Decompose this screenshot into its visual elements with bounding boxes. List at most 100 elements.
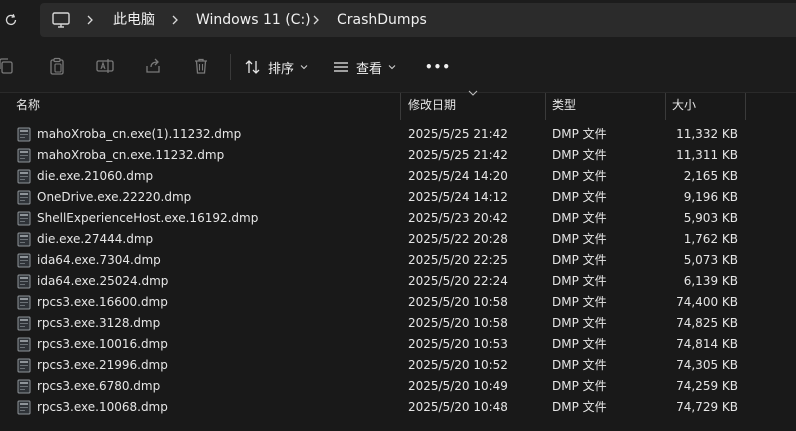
file-name: ShellExperienceHost.exe.16192.dmp	[37, 211, 259, 225]
file-modified-date: 2025/5/25 21:42	[408, 148, 508, 162]
column-header-row: 名称 修改日期 类型 大小	[0, 90, 796, 120]
file-row[interactable]: ShellExperienceHost.exe.16192.dmp 2025/5/…	[0, 208, 796, 229]
address-bar[interactable]: 此电脑 Windows 11 (C:) CrashDumps	[40, 3, 796, 37]
file-modified-date: 2025/5/25 21:42	[408, 127, 508, 141]
file-size: 74,400 KB	[676, 295, 738, 309]
dmp-file-icon	[17, 316, 31, 331]
column-divider[interactable]	[400, 93, 401, 120]
file-row[interactable]: rpcs3.exe.6780.dmp 2025/5/20 10:49 DMP 文件 7…	[0, 376, 796, 397]
column-divider[interactable]	[665, 93, 666, 120]
breadcrumb-crashdumps[interactable]: CrashDumps	[337, 3, 427, 37]
file-modified-date: 2025/5/20 22:24	[408, 274, 508, 288]
file-row[interactable]: mahoXroba_cn.exe(1).11232.dmp 2025/5/25 2…	[0, 124, 796, 145]
address-bar-row: 此电脑 Windows 11 (C:) CrashDumps	[0, 0, 796, 40]
chevron-right-icon[interactable]	[83, 13, 97, 27]
file-modified-date: 2025/5/20 10:48	[408, 400, 508, 414]
file-row[interactable]: rpcs3.exe.10016.dmp 2025/5/20 10:53 DMP 文件…	[0, 334, 796, 355]
file-row[interactable]: mahoXroba_cn.exe.11232.dmp 2025/5/25 21:4…	[0, 145, 796, 166]
chevron-down-icon	[300, 65, 308, 70]
breadcrumb-drive[interactable]: Windows 11 (C:)	[196, 3, 311, 37]
share-icon[interactable]	[141, 54, 165, 78]
file-row[interactable]: ida64.exe.25024.dmp 2025/5/20 22:24 DMP 文件…	[0, 271, 796, 292]
file-size: 2,165 KB	[683, 169, 738, 183]
file-row[interactable]: rpcs3.exe.10068.dmp 2025/5/20 10:48 DMP 文件…	[0, 397, 796, 418]
dmp-file-icon	[17, 274, 31, 289]
refresh-icon[interactable]	[0, 8, 22, 32]
file-name: mahoXroba_cn.exe(1).11232.dmp	[37, 127, 242, 141]
file-type: DMP 文件	[552, 127, 607, 141]
file-name: rpcs3.exe.10016.dmp	[37, 337, 168, 351]
file-size: 74,305 KB	[676, 358, 738, 372]
file-list: mahoXroba_cn.exe(1).11232.dmp 2025/5/25 2…	[0, 124, 796, 418]
paste-icon[interactable]	[45, 54, 69, 78]
rename-icon[interactable]	[93, 54, 117, 78]
file-size: 74,729 KB	[676, 400, 738, 414]
dmp-file-icon	[17, 232, 31, 247]
column-date-header[interactable]: 修改日期	[408, 93, 456, 120]
file-name: rpcs3.exe.16600.dmp	[37, 295, 168, 309]
dmp-file-icon	[17, 358, 31, 373]
file-size: 11,311 KB	[676, 148, 738, 162]
more-icon: •••	[425, 60, 452, 74]
dmp-file-icon	[17, 127, 31, 142]
column-name-header[interactable]: 名称	[16, 93, 40, 120]
file-type: DMP 文件	[552, 295, 607, 309]
dmp-file-icon	[17, 211, 31, 226]
file-modified-date: 2025/5/20 22:25	[408, 253, 508, 267]
file-row[interactable]: die.exe.21060.dmp 2025/5/24 14:20 DMP 文件 2,…	[0, 166, 796, 187]
file-name: rpcs3.exe.21996.dmp	[37, 358, 168, 372]
file-size: 74,259 KB	[676, 379, 738, 393]
file-size: 6,139 KB	[683, 274, 738, 288]
chevron-right-icon[interactable]	[309, 13, 323, 27]
file-size: 5,073 KB	[683, 253, 738, 267]
file-type: DMP 文件	[552, 148, 607, 162]
dmp-file-icon	[17, 190, 31, 205]
file-row[interactable]: rpcs3.exe.16600.dmp 2025/5/20 10:58 DMP 文件…	[0, 292, 796, 313]
column-divider[interactable]	[745, 93, 746, 120]
file-modified-date: 2025/5/20 10:53	[408, 337, 508, 351]
column-divider[interactable]	[545, 93, 546, 120]
file-name: ida64.exe.7304.dmp	[37, 253, 161, 267]
file-name: rpcs3.exe.3128.dmp	[37, 316, 161, 330]
dmp-file-icon	[17, 295, 31, 310]
dmp-file-icon	[17, 337, 31, 352]
column-size-header[interactable]: 大小	[672, 93, 696, 120]
file-type: DMP 文件	[552, 253, 607, 267]
file-row[interactable]: die.exe.27444.dmp 2025/5/22 20:28 DMP 文件 1,…	[0, 229, 796, 250]
file-type: DMP 文件	[552, 169, 607, 183]
view-label: 查看	[356, 61, 383, 77]
file-type: DMP 文件	[552, 211, 607, 225]
delete-icon[interactable]	[189, 54, 213, 78]
dmp-file-icon	[17, 379, 31, 394]
file-row[interactable]: rpcs3.exe.3128.dmp 2025/5/20 10:58 DMP 文件 7…	[0, 313, 796, 334]
file-row[interactable]: ida64.exe.7304.dmp 2025/5/20 22:25 DMP 文件 5…	[0, 250, 796, 271]
file-modified-date: 2025/5/24 14:20	[408, 169, 508, 183]
file-modified-date: 2025/5/22 20:28	[408, 232, 508, 246]
file-name: die.exe.21060.dmp	[37, 169, 154, 183]
file-modified-date: 2025/5/20 10:49	[408, 379, 508, 393]
file-name: OneDrive.exe.22220.dmp	[37, 190, 192, 204]
sort-icon	[245, 60, 260, 74]
file-modified-date: 2025/5/23 20:42	[408, 211, 508, 225]
breadcrumb-this-pc[interactable]: 此电脑	[113, 3, 155, 37]
file-row[interactable]: OneDrive.exe.22220.dmp 2025/5/24 14:12 DMP…	[0, 187, 796, 208]
view-button[interactable]: 查看	[332, 54, 396, 80]
more-options-button[interactable]: •••	[425, 54, 451, 80]
file-type: DMP 文件	[552, 337, 607, 351]
toolbar-divider	[230, 54, 231, 80]
copy-icon[interactable]	[0, 54, 18, 78]
dmp-file-icon	[17, 169, 31, 184]
column-type-header[interactable]: 类型	[552, 93, 576, 120]
file-type: DMP 文件	[552, 232, 607, 246]
chevron-right-icon[interactable]	[168, 13, 182, 27]
file-size: 5,903 KB	[683, 211, 738, 225]
file-type: DMP 文件	[552, 379, 607, 393]
sort-button[interactable]: 排序	[244, 54, 308, 80]
this-pc-icon[interactable]	[51, 11, 71, 29]
file-row[interactable]: rpcs3.exe.21996.dmp 2025/5/20 10:52 DMP 文件…	[0, 355, 796, 376]
file-type: DMP 文件	[552, 316, 607, 330]
dmp-file-icon	[17, 400, 31, 415]
file-size: 11,332 KB	[676, 127, 738, 141]
dmp-file-icon	[17, 253, 31, 268]
file-size: 74,814 KB	[676, 337, 738, 351]
